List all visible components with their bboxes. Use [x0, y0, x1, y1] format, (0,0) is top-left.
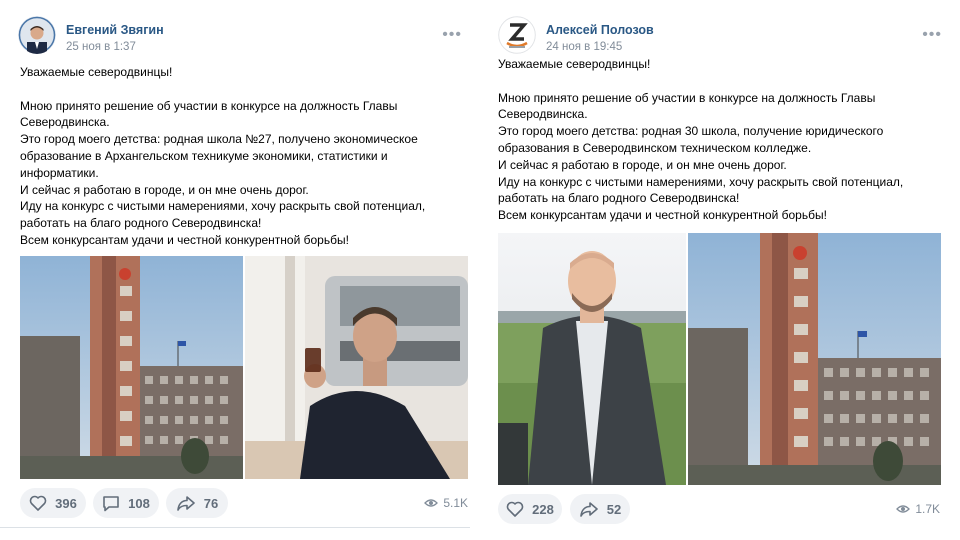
photo-man-with-glass[interactable]	[245, 256, 468, 479]
post-actions: 396 108 76 5.1K	[20, 488, 470, 520]
more-horizontal-icon[interactable]: •••	[922, 26, 942, 44]
repost-count: 52	[606, 501, 622, 517]
repost-button[interactable]: 76	[166, 488, 228, 518]
post-text-line: Это город моего детства: родная школа №2…	[20, 132, 418, 180]
heart-icon	[506, 501, 524, 517]
post-text-line: Всем конкурсантам удачи и честной конкур…	[20, 232, 349, 247]
like-count: 228	[532, 501, 554, 517]
photo-city-administration[interactable]	[20, 256, 243, 479]
author-name[interactable]: Алексей Полозов	[546, 23, 654, 37]
heart-icon	[29, 495, 47, 511]
like-count: 396	[55, 495, 77, 511]
avatar[interactable]	[498, 16, 536, 54]
post-date[interactable]: 24 ноя в 19:45	[546, 41, 622, 53]
post-text-line: Это город моего детства: родная 30 школа…	[498, 124, 884, 155]
eye-icon	[424, 499, 439, 507]
post-greeting: Уважаемые северодвинцы!	[20, 65, 173, 79]
views-count: 5.1K	[443, 496, 468, 510]
like-button[interactable]: 396	[20, 488, 86, 518]
repost-button[interactable]: 52	[570, 494, 630, 524]
post-header: Алексей Полозов 24 ноя в 19:45 •••	[498, 16, 948, 56]
photo-city-administration[interactable]	[688, 233, 941, 485]
photo-man-in-suit[interactable]	[498, 233, 686, 485]
post-greeting: Уважаемые северодвинцы!	[498, 57, 651, 71]
post-divider	[0, 527, 470, 528]
post-text-line: Иду на конкурс с чистыми намерениями, хо…	[498, 174, 904, 206]
post-text-line: Всем конкурсантам удачи и честной конкур…	[498, 208, 827, 223]
post-actions: 228 52 1.7K	[498, 494, 942, 526]
like-button[interactable]: 228	[498, 494, 562, 524]
post-polozov: Алексей Полозов 24 ноя в 19:45 ••• Уважа…	[480, 0, 960, 540]
post-header: Евгений Звягин 25 ноя в 1:37 •••	[18, 16, 468, 56]
author-name[interactable]: Евгений Звягин	[66, 23, 164, 37]
views-counter: 1.7K	[896, 502, 940, 516]
post-text-line: И сейчас я работаю в городе, и он мне оч…	[498, 157, 787, 172]
post-date[interactable]: 25 ноя в 1:37	[66, 41, 136, 53]
comment-button[interactable]: 108	[93, 488, 159, 518]
eye-icon	[896, 505, 911, 513]
comment-icon	[103, 495, 119, 511]
views-count: 1.7K	[915, 502, 940, 516]
more-horizontal-icon[interactable]: •••	[442, 26, 462, 44]
post-text-line: Иду на конкурс с чистыми намерениями, хо…	[20, 199, 426, 231]
share-arrow-icon	[579, 502, 598, 517]
repost-count: 76	[203, 495, 219, 511]
avatar[interactable]	[18, 16, 56, 54]
post-zvyagin: Евгений Звягин 25 ноя в 1:37 ••• Уважаем…	[0, 0, 480, 540]
post-text-line: Мною принято решение об участии в конкур…	[498, 90, 876, 122]
post-text: Уважаемые северодвинцы! Мною принято реш…	[20, 64, 460, 249]
share-arrow-icon	[176, 496, 195, 511]
post-text-line: И сейчас я работаю в городе, и он мне оч…	[20, 182, 309, 197]
post-text: Уважаемые северодвинцы! Мною принято реш…	[498, 56, 938, 224]
post-text-line: Мною принято решение об участии в конкур…	[20, 98, 398, 130]
views-counter: 5.1K	[424, 496, 468, 510]
comment-count: 108	[128, 495, 150, 511]
